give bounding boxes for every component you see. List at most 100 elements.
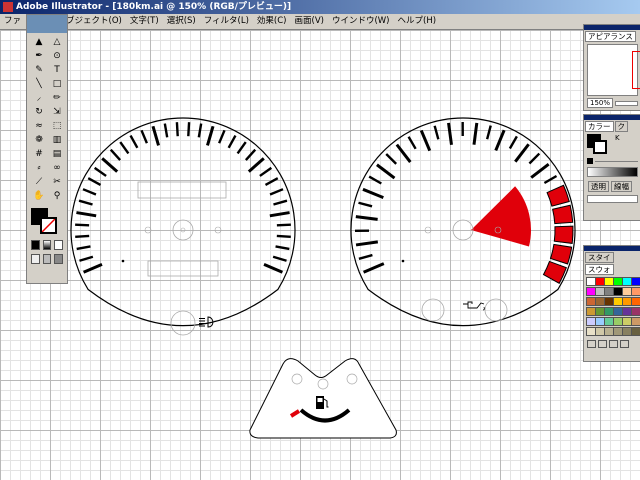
speedometer-gauge[interactable] xyxy=(70,117,296,336)
tacho-tick-7 xyxy=(368,175,382,185)
artboard-canvas[interactable] xyxy=(0,30,640,480)
swatch-11[interactable] xyxy=(631,287,640,296)
screen-mode-icon[interactable] xyxy=(31,254,40,264)
speedometer-outline xyxy=(70,117,296,327)
tacho-tick-20 xyxy=(514,143,530,163)
k-label: K xyxy=(615,134,620,142)
line-icon[interactable]: ╲ xyxy=(31,78,47,91)
speedo-tick-16 xyxy=(163,123,169,138)
pencil-icon[interactable]: ✏ xyxy=(49,92,65,105)
menu-item-3[interactable]: 文字(T) xyxy=(126,14,163,29)
tacho-tick-8 xyxy=(376,163,396,180)
tab-appearance[interactable]: アピアランス xyxy=(585,31,636,42)
speedo-tick-14 xyxy=(140,129,148,144)
tab-swatches[interactable]: スウォ xyxy=(585,264,614,275)
full-screen-menu-icon[interactable] xyxy=(42,254,52,264)
tab-stroke-weight[interactable]: 線幅 xyxy=(611,181,632,192)
gradient-mode-icon[interactable] xyxy=(42,240,52,250)
zoom-slider[interactable] xyxy=(615,100,638,106)
menu-item-8[interactable]: ウインドウ(W) xyxy=(328,14,394,29)
graph-icon[interactable]: ▥ xyxy=(49,134,65,147)
zoom-icon[interactable]: ⚲ xyxy=(49,190,65,203)
type-icon[interactable]: T xyxy=(49,64,65,77)
speedo-tick-12 xyxy=(119,141,130,155)
color-mode-icon[interactable] xyxy=(31,240,40,250)
color-ramp[interactable] xyxy=(587,167,638,177)
full-screen-icon[interactable] xyxy=(54,254,64,264)
hand-icon[interactable]: ✋ xyxy=(31,190,47,203)
tacho-tick-22 xyxy=(530,163,550,179)
speedo-tick-8 xyxy=(87,177,102,186)
redzone-segment-1 xyxy=(552,204,574,225)
menu-item-7[interactable]: 画面(V) xyxy=(291,14,328,29)
menu-item-6[interactable]: 効果(C) xyxy=(253,14,291,29)
swatch-35[interactable] xyxy=(631,327,640,336)
symbol-icon[interactable]: ❁ xyxy=(31,134,47,147)
speedo-tick-28 xyxy=(269,188,284,196)
tachometer-ticks xyxy=(354,121,558,274)
blend-icon[interactable]: ∞ xyxy=(49,162,65,175)
illustrator-app-icon xyxy=(3,2,13,12)
none-mode-icon[interactable] xyxy=(54,240,64,250)
zoom-level[interactable]: 150% xyxy=(587,98,614,108)
arrow-icon[interactable]: ▲ xyxy=(31,36,47,49)
fuel-gauge[interactable] xyxy=(249,358,397,439)
menu-item-0[interactable]: ファ xyxy=(0,14,25,29)
swatch-29[interactable] xyxy=(631,317,640,326)
menu-item-9[interactable]: ヘルプ(H) xyxy=(394,14,441,29)
direct-select-icon[interactable]: △ xyxy=(49,36,65,49)
swatch-23[interactable] xyxy=(631,307,640,316)
tacho-tick-21 xyxy=(528,152,541,165)
speedo-tick-10 xyxy=(101,157,119,173)
speedo-tick-32 xyxy=(276,234,291,239)
redzone-segment-2 xyxy=(553,225,574,244)
speedo-tick-34 xyxy=(272,255,287,262)
warp-icon[interactable]: ≈ xyxy=(31,120,47,133)
speedo-tick-31 xyxy=(276,223,291,227)
window-title: Adobe Illustrator - [180km.ai @ 150% (RG… xyxy=(16,2,292,12)
speedo-tick-35 xyxy=(263,263,284,274)
rectangle-icon[interactable]: □ xyxy=(49,78,65,91)
scissors-icon[interactable]: ✂ xyxy=(49,176,65,189)
pen-nib-icon[interactable]: ✎ xyxy=(31,64,47,77)
speedo-tick-27 xyxy=(264,177,279,186)
scale-icon[interactable]: ⇲ xyxy=(49,106,65,119)
color-panel: カラーク K 透明 線幅 xyxy=(583,114,640,221)
tachometer-gauge[interactable] xyxy=(350,117,576,327)
lasso-icon[interactable]: ⊙ xyxy=(49,50,65,63)
tacho-tick-1 xyxy=(358,253,373,260)
pen-icon[interactable]: ✒ xyxy=(31,50,47,63)
slice-icon[interactable]: ⟋ xyxy=(31,176,47,189)
artwork xyxy=(70,117,576,439)
tab-styles[interactable]: スタイ xyxy=(585,252,614,263)
swatch-5[interactable] xyxy=(631,277,640,286)
tacho-tick-18 xyxy=(494,129,506,152)
tacho-tick-11 xyxy=(407,136,417,150)
swatch-17[interactable] xyxy=(631,297,640,306)
menu-item-4[interactable]: 選択(S) xyxy=(163,14,200,29)
eyedropper-icon[interactable]: ⸗ xyxy=(31,162,47,175)
mesh-icon[interactable]: # xyxy=(31,148,47,161)
tab-transparency[interactable]: 透明 xyxy=(588,181,609,192)
tacho-tick-4 xyxy=(355,215,378,221)
speedometer-ticks xyxy=(75,122,291,274)
tab-color[interactable]: カラー xyxy=(585,121,614,132)
speedo-tick-29 xyxy=(273,199,288,206)
title-bar: Adobe Illustrator - [180km.ai @ 150% (RG… xyxy=(0,0,640,14)
speedo-tick-19 xyxy=(197,123,203,138)
rotate-icon[interactable]: ↻ xyxy=(31,106,47,119)
menu-item-5[interactable]: フィルタ(L) xyxy=(200,14,253,29)
tacho-tick-14 xyxy=(447,122,453,145)
gradient-icon[interactable]: ▤ xyxy=(49,148,65,161)
free-transform-icon[interactable]: ⬚ xyxy=(49,120,65,133)
speedo-tick-2 xyxy=(76,245,91,251)
tacho-tick-12 xyxy=(419,129,432,152)
oil-pressure-icon xyxy=(463,301,485,311)
speedo-tick-18 xyxy=(187,122,191,137)
speedo-tick-11 xyxy=(109,148,122,161)
fill-stroke-swatches[interactable] xyxy=(31,208,63,238)
tacho-tick-10 xyxy=(395,143,412,163)
paintbrush-icon[interactable]: ⸝ xyxy=(31,92,47,105)
tab-color-2[interactable]: ク xyxy=(614,121,628,132)
speedo-tick-33 xyxy=(275,245,290,251)
